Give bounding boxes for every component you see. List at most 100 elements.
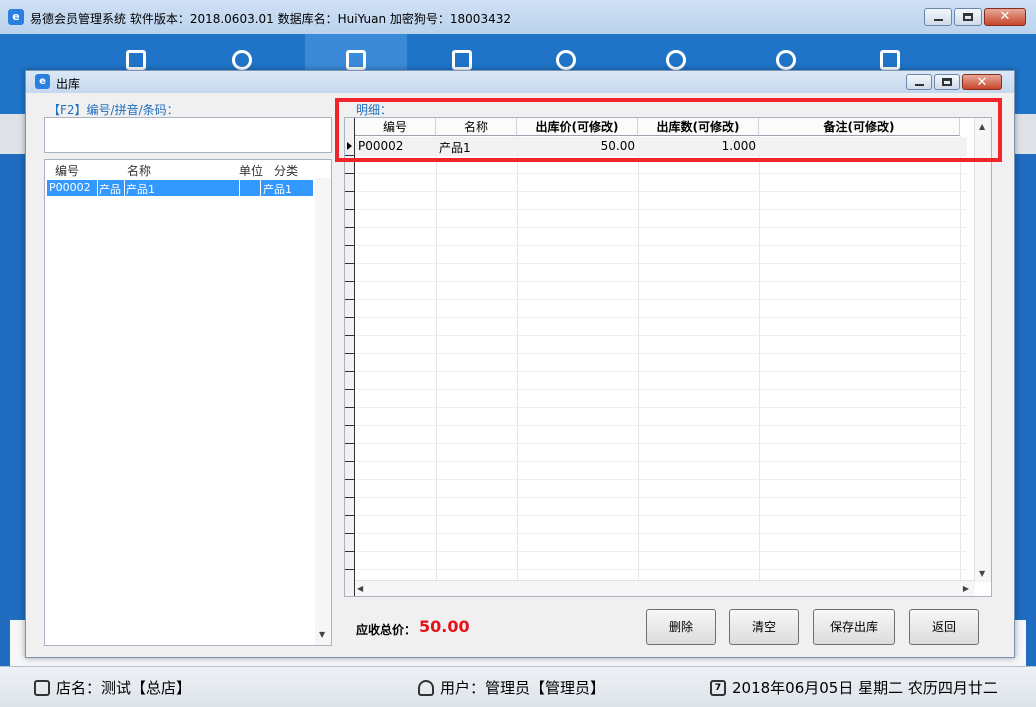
grid-row-line (355, 281, 967, 282)
grid-horizontal-scrollbar[interactable]: ◀ ▶ (355, 580, 975, 596)
grid-header-code[interactable]: 编号 (355, 118, 436, 136)
product-list-header-category[interactable]: 分类 (274, 162, 298, 179)
scroll-up-icon[interactable]: ▲ (979, 122, 985, 131)
export-icon[interactable] (880, 50, 900, 70)
scroll-right-icon[interactable]: ▶ (963, 584, 969, 593)
grid-row-line (355, 191, 967, 192)
row-indicator-tick (345, 497, 355, 498)
grid-cell-code[interactable]: P00002 (358, 139, 403, 153)
dialog-minimize-button[interactable] (906, 74, 932, 90)
clear-button[interactable]: 清空 (729, 609, 799, 645)
maximize-icon (963, 13, 973, 21)
users-icon[interactable] (232, 50, 252, 70)
grid-row-line (355, 371, 967, 372)
minimize-icon (934, 19, 943, 21)
total-value: 50.00 (419, 617, 470, 636)
dialog-controls: ✕ (906, 74, 1002, 90)
tag-icon[interactable] (452, 50, 472, 70)
grid-row-line (355, 479, 967, 480)
row-indicator-tick (345, 515, 355, 516)
close-button[interactable]: ✕ (984, 8, 1026, 26)
grid-row-line (355, 245, 967, 246)
grid-row-line (355, 227, 967, 228)
grid-header-note[interactable]: 备注(可修改) (759, 118, 960, 136)
row-indicator-tick (345, 371, 355, 372)
user-icon (418, 679, 434, 696)
main-window-title: 易德会员管理系统 软件版本：2018.0603.01 数据库名：HuiYuan … (30, 12, 511, 26)
grid-vertical-scrollbar[interactable]: ▲ ▼ (974, 118, 991, 582)
clipboard-icon[interactable] (126, 50, 146, 70)
grid-header-price[interactable]: 出库价(可修改) (517, 118, 638, 136)
row-indicator-tick (345, 335, 355, 336)
save-stock-out-button[interactable]: 保存出库 (813, 609, 895, 645)
row-indicator-tick (345, 191, 355, 192)
gear-icon[interactable] (776, 50, 796, 70)
product-list-header-unit[interactable]: 单位 (239, 162, 263, 179)
store-icon (34, 679, 50, 696)
status-date: 7 2018年06月05日 星期二 农历四月廿二 (710, 677, 998, 698)
status-bar: 店名：测试【总店】 用户：管理员【管理员】 7 2018年06月05日 星期二 … (0, 666, 1036, 707)
product-name-a: 产品 (99, 183, 121, 196)
close-icon: ✕ (976, 75, 988, 90)
dialog-logo-icon: e (35, 74, 50, 89)
product-list-item[interactable]: P00002 产品 产品1 产品1 (47, 180, 313, 196)
minimize-icon (915, 84, 924, 86)
product-list-scrollbar[interactable]: ▼ (315, 178, 331, 645)
total-label: 应收总价： (356, 623, 417, 637)
product-list[interactable]: 编号 名称 单位 分类 P00002 产品 产品1 产品1 ▼ (44, 159, 332, 646)
grid-header-qty[interactable]: 出库数(可修改) (638, 118, 759, 136)
grid-cell-price[interactable]: 50.00 (517, 139, 635, 153)
app-logo-icon: e (8, 9, 24, 25)
grid-row-line (355, 335, 967, 336)
product-list-header-name[interactable]: 名称 (127, 162, 151, 179)
status-user-text: 用户：管理员【管理员】 (440, 679, 606, 697)
grid-row-line (355, 173, 967, 174)
row-indicator-column (345, 118, 355, 596)
product-list-header-code[interactable]: 编号 (55, 162, 79, 179)
row-indicator-tick (345, 407, 355, 408)
maximize-button[interactable] (954, 8, 982, 26)
dialog-maximize-button[interactable] (934, 74, 960, 90)
row-indicator-tick (345, 155, 355, 156)
close-icon: ✕ (999, 9, 1011, 24)
row-indicator-tick (345, 263, 355, 264)
row-indicator-tick (345, 443, 355, 444)
detail-label: 明细： (356, 103, 393, 117)
stock-out-dialog: e 出库 ✕ 【F2】编号/拼音/条码： 编号 名称 单位 分类 P00002 … (25, 70, 1015, 658)
scroll-left-icon[interactable]: ◀ (357, 584, 363, 593)
grid-row-line (355, 209, 967, 210)
row-indicator-tick (345, 389, 355, 390)
grid-cell-name[interactable]: 产品1 (439, 139, 471, 156)
row-indicator-tick (345, 173, 355, 174)
scroll-down-icon[interactable]: ▼ (319, 630, 325, 639)
box-icon[interactable] (346, 50, 366, 70)
row-indicator-tick (345, 425, 355, 426)
current-row-arrow-icon (347, 142, 352, 150)
detail-grid[interactable]: 编号 名称 出库价(可修改) 出库数(可修改) 备注(可修改) P00002 产… (344, 117, 992, 597)
status-date-text: 2018年06月05日 星期二 农历四月廿二 (732, 679, 998, 697)
grid-cell-qty[interactable]: 1.000 (638, 139, 756, 153)
pie-chart-icon[interactable] (666, 50, 686, 70)
dialog-close-button[interactable]: ✕ (962, 74, 1002, 90)
column-divider (239, 180, 240, 196)
scroll-down-icon[interactable]: ▼ (979, 569, 985, 578)
maximize-icon (942, 78, 952, 86)
grid-row-line (355, 497, 967, 498)
product-code: P00002 (49, 181, 91, 194)
dialog-title: 出库 (56, 77, 81, 91)
calendar-icon: 7 (710, 679, 726, 696)
product-search-input[interactable] (44, 117, 332, 153)
row-indicator-tick (345, 245, 355, 246)
grid-header-name[interactable]: 名称 (436, 118, 517, 136)
delete-button[interactable]: 删除 (646, 609, 716, 645)
grid-row-line (355, 407, 967, 408)
refresh-icon[interactable] (556, 50, 576, 70)
product-category: 产品1 (263, 183, 292, 196)
grid-row-line (355, 299, 967, 300)
grid-row-line (355, 533, 967, 534)
row-indicator-tick (345, 479, 355, 480)
grid-row-line (355, 461, 967, 462)
back-button[interactable]: 返回 (909, 609, 979, 645)
minimize-button[interactable] (924, 8, 952, 26)
grid-row-line (355, 551, 967, 552)
